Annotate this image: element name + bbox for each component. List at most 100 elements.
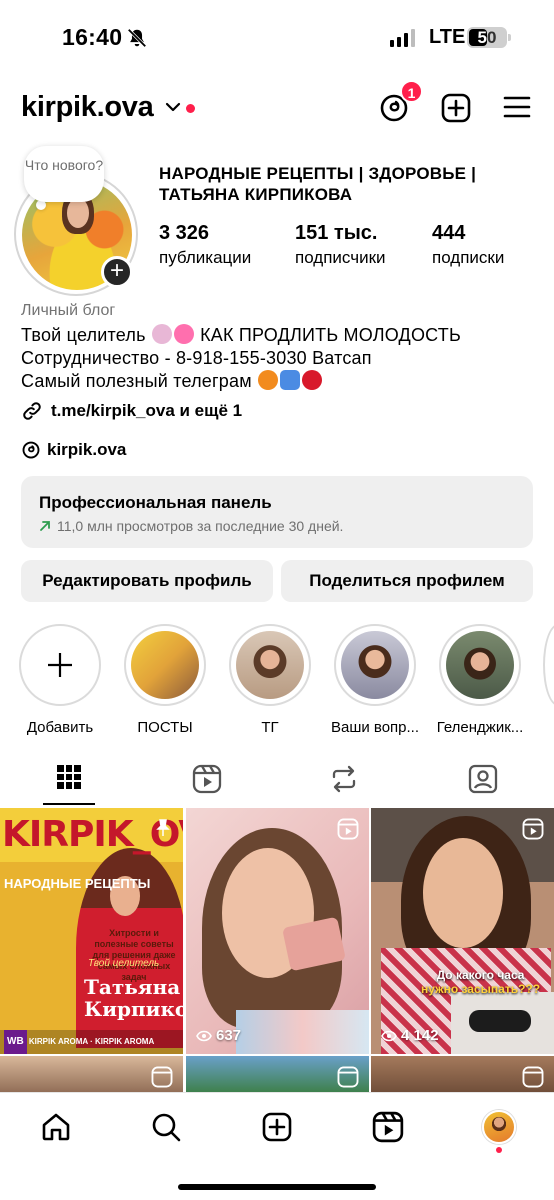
pro-panel-subtitle: 11,0 млн просмотров за последние 30 дней… — [57, 518, 344, 534]
post-subtitle: НАРОДНЫЕ РЕЦЕПТЫ — [4, 876, 151, 891]
stat-value: 3 326 — [159, 222, 210, 244]
tangerine-emoji-icon — [257, 370, 278, 390]
highlight-label: ТГ — [261, 719, 279, 736]
tab-reposts[interactable] — [304, 754, 384, 806]
network-type: LTE — [429, 26, 466, 48]
home-indicator[interactable] — [178, 1184, 376, 1190]
create-icon — [262, 1112, 292, 1142]
reel-icon — [522, 818, 544, 840]
nav-search[interactable] — [146, 1109, 186, 1145]
eye-icon — [196, 1030, 212, 1041]
highlight-tg[interactable]: ТГ — [227, 624, 313, 736]
post-views-count: 4 142 — [401, 1027, 439, 1044]
tab-grid[interactable] — [29, 754, 109, 806]
post-tile[interactable] — [0, 1056, 183, 1092]
bio-text: КАК ПРОДЛИТЬ МОЛОДОСТЬ — [200, 325, 461, 345]
threads-profile-link[interactable]: kirpik.ova — [21, 438, 126, 462]
stat-posts[interactable]: 3 326 публикации — [159, 222, 251, 268]
chevron-down-icon[interactable] — [165, 100, 181, 118]
threads-icon — [22, 441, 40, 459]
highlight-questions[interactable]: Ваши вопр... — [331, 624, 419, 736]
profile-avatar — [482, 1110, 516, 1144]
link-icon — [23, 402, 41, 420]
post-views-count: 637 — [216, 1027, 242, 1044]
eye-icon — [381, 1030, 397, 1041]
nav-reels[interactable] — [368, 1109, 408, 1145]
highlight-partial[interactable] — [543, 624, 554, 706]
highlight-posts[interactable]: ПОСТЫ — [122, 624, 208, 736]
note-bubble[interactable]: Что нового? — [24, 146, 104, 202]
down-arrow-emoji-icon — [279, 370, 300, 390]
battery-level: 50 — [477, 28, 497, 47]
post-tagline: Твой целитель — [88, 958, 160, 969]
post-tile[interactable] — [371, 1056, 554, 1092]
reel-icon — [337, 818, 359, 840]
bell-slash-icon — [126, 27, 148, 54]
profile-full-name: НАРОДНЫЕ РЕЦЕПТЫ | ЗДОРОВЬЕ | ТАТЬЯНА КИ… — [159, 164, 477, 204]
tab-reels[interactable] — [167, 754, 247, 806]
search-icon — [152, 1113, 181, 1142]
threads-handle[interactable]: kirpik.ova — [47, 440, 126, 460]
post-footer-wb: WB — [4, 1030, 27, 1054]
post-footer-b: KIRPIK AROMA — [94, 1037, 155, 1046]
post-footer-a: KIRPIK AROMA — [28, 1037, 88, 1046]
stat-following[interactable]: 444 подписки — [432, 222, 504, 268]
battery-icon: 50 — [467, 27, 511, 48]
add-story-button[interactable]: + — [101, 256, 133, 288]
nav-profile[interactable] — [479, 1109, 519, 1145]
nav-home[interactable] — [36, 1109, 76, 1145]
profile-link[interactable]: t.me/kirpik_ova и ещё 1 — [21, 399, 242, 423]
pin-icon — [156, 819, 170, 836]
threads-badge: 1 — [400, 80, 423, 103]
bio-text: Самый полезный телеграм — [21, 371, 252, 391]
reels-icon — [192, 764, 222, 794]
reposts-icon — [332, 765, 356, 793]
post-caption: До какого часа нужно засыпать??? — [421, 968, 540, 996]
reel-icon — [151, 1066, 173, 1088]
post-caption-line: До какого часа — [436, 968, 525, 982]
grid-icon — [57, 765, 81, 789]
highlight-add[interactable]: Добавить — [17, 624, 103, 736]
profile-stats: 3 326 публикации 151 тыс. подписчики 444… — [159, 222, 539, 272]
bio-text: Сотрудничество - 8-918-155-3030 Ватсап — [21, 348, 372, 368]
post-views: 4 142 — [381, 1027, 439, 1044]
status-bar: 16:40 LTE 50 — [0, 0, 554, 74]
profile-tabs — [0, 754, 554, 806]
highlight-label: Геленджик... — [436, 719, 524, 736]
profile-bio: Твой целитель КАК ПРОДЛИТЬ МОЛОДОСТЬ Сот… — [21, 324, 461, 393]
stat-label: подписчики — [295, 248, 386, 267]
stat-followers[interactable]: 151 тыс. подписчики — [295, 222, 386, 268]
notification-dot — [186, 104, 195, 113]
post-footer: WB KIRPIK AROMA · KIRPIK AROMA — [0, 1030, 183, 1054]
stat-value: 444 — [432, 222, 466, 244]
status-time: 16:40 — [62, 24, 123, 50]
stat-label: публикации — [159, 248, 252, 267]
post-views: 637 — [196, 1027, 241, 1044]
pro-panel-title: Профессиональная панель — [39, 493, 272, 512]
plus-icon — [48, 653, 72, 677]
nav-create[interactable] — [257, 1109, 297, 1145]
tagged-icon — [468, 764, 498, 794]
post-caption-line: нужно засыпать??? — [421, 982, 541, 996]
cherries-emoji-icon — [301, 370, 322, 390]
username-switcher[interactable]: kirpik.ova — [21, 91, 154, 124]
post-tile[interactable]: 637 — [186, 808, 369, 1054]
highlight-label: ПОСТЫ — [137, 719, 193, 736]
hearts-emoji-icon — [173, 324, 194, 344]
edit-profile-button[interactable]: Редактировать профиль — [21, 560, 273, 602]
profile-link-text[interactable]: t.me/kirpik_ova и ещё 1 — [51, 401, 242, 421]
post-tile[interactable] — [186, 1056, 369, 1092]
share-profile-button[interactable]: Поделиться профилем — [281, 560, 533, 602]
highlight-gelendzhik[interactable]: Геленджик... — [437, 624, 523, 736]
post-tile[interactable]: До какого часа нужно засыпать??? 4 142 — [371, 808, 554, 1054]
add-post-icon[interactable] — [440, 92, 472, 129]
stat-label: подписки — [432, 248, 505, 267]
highlight-label: Ваши вопр... — [330, 719, 420, 736]
profile-header: kirpik.ova 1 — [0, 80, 554, 132]
reels-icon — [372, 1111, 404, 1143]
reel-icon — [337, 1066, 359, 1088]
tab-tagged[interactable] — [443, 754, 523, 806]
menu-icon[interactable] — [502, 92, 532, 127]
professional-dashboard[interactable]: Профессиональная панель 11,0 млн просмот… — [21, 476, 533, 548]
post-tile[interactable]: KIRPIK_OVA НАРОДНЫЕ РЕЦЕПТЫ Хитрости и п… — [0, 808, 183, 1054]
